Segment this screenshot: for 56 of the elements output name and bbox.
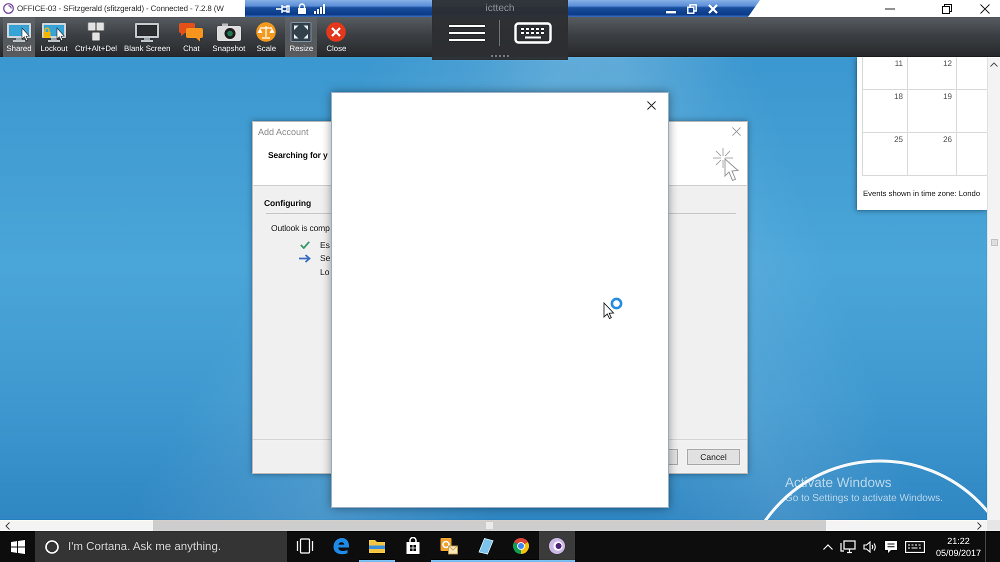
keyboard-icon[interactable] bbox=[904, 540, 925, 552]
windows-logo-icon bbox=[10, 540, 24, 554]
status-text: Outlook is comp bbox=[271, 223, 330, 234]
scroll-thumb[interactable] bbox=[153, 520, 826, 531]
dialog-heading: Searching for y bbox=[268, 150, 328, 160]
chat-bubbles-icon bbox=[177, 22, 206, 42]
close-icon[interactable] bbox=[647, 101, 656, 110]
close-icon[interactable] bbox=[980, 4, 990, 14]
browser-icon bbox=[332, 536, 350, 554]
calendar-cell[interactable]: 25 bbox=[862, 133, 908, 176]
scroll-thumb[interactable] bbox=[990, 239, 998, 246]
dialog-title: Add Account bbox=[258, 126, 309, 136]
horizontal-scrollbar[interactable] bbox=[0, 520, 1000, 531]
cancel-button[interactable]: Cancel bbox=[687, 448, 740, 464]
sparkle-cursor-icon bbox=[713, 147, 740, 182]
restore-icon[interactable] bbox=[687, 4, 697, 14]
shopping-bag-icon bbox=[404, 536, 422, 554]
vertical-scrollbar[interactable] bbox=[987, 57, 1000, 520]
menu-icon[interactable] bbox=[448, 25, 484, 41]
calendar-cell[interactable]: 26 bbox=[908, 133, 957, 176]
app-logo-icon bbox=[3, 3, 14, 14]
session-name: icttech bbox=[486, 3, 514, 15]
chevron-up-icon[interactable] bbox=[822, 544, 833, 550]
scrollbar-corner bbox=[987, 520, 1000, 531]
eye-icon bbox=[548, 536, 566, 554]
step-text: Es bbox=[320, 240, 330, 250]
network-icon[interactable] bbox=[840, 540, 856, 554]
notification-icon[interactable] bbox=[884, 540, 898, 554]
calendar-cell[interactable]: 19 bbox=[908, 90, 957, 133]
signal-icon[interactable] bbox=[314, 4, 325, 14]
activation-text: Go to Settings to activate Windows. bbox=[785, 493, 943, 505]
camera-icon bbox=[214, 22, 243, 42]
keyboard-icon[interactable] bbox=[514, 22, 552, 44]
browser-circle-icon bbox=[512, 536, 530, 554]
pin-icon[interactable] bbox=[276, 4, 290, 14]
restore-icon[interactable] bbox=[942, 4, 952, 14]
taskbar-button[interactable] bbox=[539, 531, 575, 562]
ring-icon bbox=[45, 540, 59, 554]
lock-icon[interactable] bbox=[297, 3, 307, 14]
calendar-cell[interactable]: 18 bbox=[862, 90, 908, 133]
step-text: Lo bbox=[320, 266, 330, 277]
monitor-lock-icon bbox=[40, 22, 68, 42]
monitor-cursor-icon bbox=[5, 22, 33, 42]
step-text: Se bbox=[320, 253, 330, 264]
mail-app-icon bbox=[440, 536, 458, 554]
calendar-cell[interactable]: 11 bbox=[862, 57, 908, 90]
volume-icon[interactable] bbox=[862, 540, 877, 552]
tablet-icon bbox=[476, 536, 494, 554]
arrow-icon bbox=[298, 254, 310, 263]
task-view-icon bbox=[296, 536, 314, 554]
section-title: Configuring bbox=[264, 198, 312, 209]
monitor-icon bbox=[133, 22, 162, 42]
check-icon bbox=[300, 240, 310, 249]
clock[interactable]: 21:22 05/09/2017 bbox=[932, 534, 985, 558]
busy-cursor-icon bbox=[603, 297, 623, 319]
calendar-cell[interactable]: 12 bbox=[908, 57, 957, 90]
